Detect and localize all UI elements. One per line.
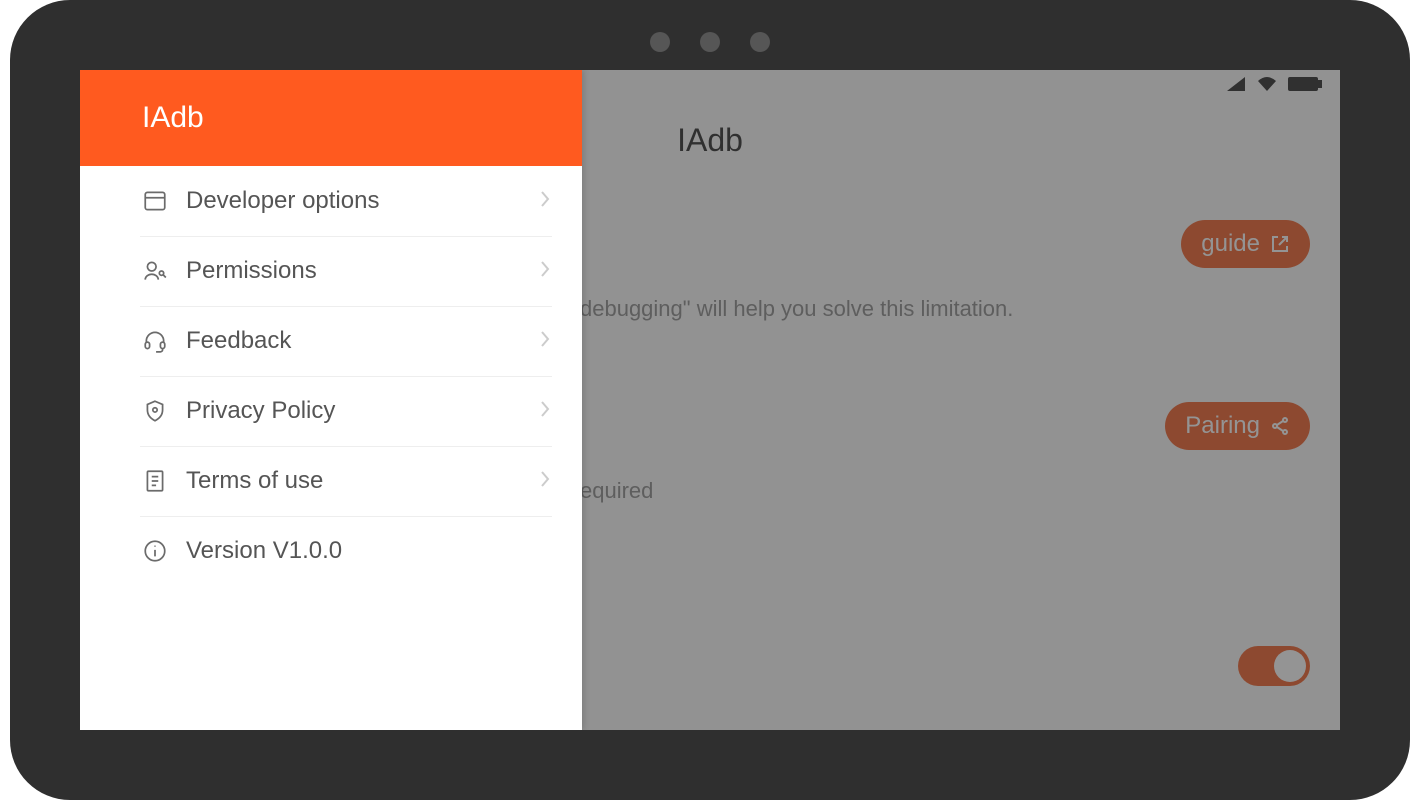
shield-icon [140,396,170,426]
drawer-item-version[interactable]: Version V1.0.0 [80,516,582,586]
drawer-item-label: Developer options [186,187,538,215]
developer-icon [140,186,170,216]
device-screen: IAdb guide debugging" will help you solv… [80,70,1340,730]
info-icon [140,536,170,566]
camera-dots [650,32,770,52]
chevron-right-icon [538,258,552,285]
chevron-right-icon [538,468,552,495]
drawer-item-label: Permissions [186,257,538,285]
chevron-right-icon [538,328,552,355]
drawer-item-label: Version V1.0.0 [186,537,552,565]
chevron-right-icon [538,188,552,215]
drawer-item-developer-options[interactable]: Developer options [80,166,582,236]
drawer-item-label: Feedback [186,327,538,355]
drawer-item-label: Terms of use [186,467,538,495]
drawer-item-label: Privacy Policy [186,397,538,425]
drawer-item-permissions[interactable]: Permissions [80,236,582,306]
drawer-list: Developer options Permissions [80,166,582,586]
drawer-item-feedback[interactable]: Feedback [80,306,582,376]
drawer-item-privacy[interactable]: Privacy Policy [80,376,582,446]
tablet-frame: IAdb guide debugging" will help you solv… [10,0,1410,800]
chevron-right-icon [538,398,552,425]
headset-icon [140,326,170,356]
user-key-icon [140,256,170,286]
nav-drawer: IAdb Developer options Permissions [80,70,582,730]
document-icon [140,466,170,496]
drawer-title: IAdb [80,70,582,166]
drawer-item-terms[interactable]: Terms of use [80,446,582,516]
